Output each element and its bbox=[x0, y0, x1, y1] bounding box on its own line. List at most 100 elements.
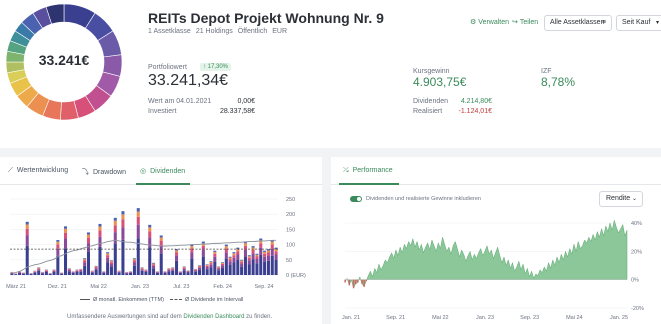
dividend-bar-segment bbox=[52, 270, 56, 271]
dividend-bar-segment bbox=[224, 244, 228, 247]
include-dividends-toggle[interactable] bbox=[350, 196, 362, 202]
dividend-bar-segment bbox=[217, 267, 221, 269]
tab-dividenden[interactable]: ◎ Dividenden bbox=[140, 167, 185, 175]
dividend-bar-segment bbox=[175, 255, 179, 261]
dividend-bar-segment bbox=[236, 254, 240, 260]
dividends-chart[interactable]: 250 200 150 100 50 0 (EUR) März 21 Dez. 21 Mai 2… bbox=[0, 195, 322, 295]
dividend-bar-segment bbox=[159, 235, 163, 238]
drawdown-icon: ⤵ bbox=[82, 169, 89, 176]
dividend-bar-segment bbox=[247, 260, 251, 265]
dividend-bar-segment bbox=[140, 269, 144, 271]
dividend-bar-segment bbox=[86, 243, 90, 252]
dividend-bar-segment bbox=[86, 237, 90, 244]
dividend-bar-segment bbox=[64, 232, 68, 239]
performance-area bbox=[344, 220, 628, 289]
dividend-bar-segment bbox=[274, 251, 278, 255]
y-tick-label: 150 bbox=[286, 227, 295, 233]
dividend-bar-segment bbox=[144, 270, 148, 271]
dividend-bar-segment bbox=[266, 260, 270, 275]
dividend-bar-segment bbox=[182, 268, 186, 271]
dividends-footnote: Umfassendere Auswertungen sind auf dem D… bbox=[67, 314, 272, 320]
dividend-bar-segment bbox=[144, 270, 148, 272]
x-tick-label: Jan. 23 bbox=[131, 284, 149, 290]
dividend-bar-segment bbox=[83, 260, 87, 263]
dividend-bar-segment bbox=[102, 272, 106, 273]
dividend-bar-segment bbox=[255, 259, 259, 264]
dividend-bar-segment bbox=[109, 261, 113, 263]
dividend-bar-segment bbox=[213, 251, 217, 254]
dividend-bar-segment bbox=[224, 252, 228, 259]
dividend-bar-segment bbox=[106, 253, 110, 256]
dividend-bar-segment bbox=[25, 224, 29, 229]
dividend-bar-segment bbox=[270, 244, 274, 249]
right-panel-tabs: ⤯ Performance bbox=[331, 157, 661, 185]
dividend-bar-segment bbox=[178, 272, 182, 275]
dividend-bar-segment bbox=[209, 262, 213, 264]
negative-return-mark bbox=[365, 279, 368, 282]
legend-interval-label: Ø Dividende im Intervall bbox=[185, 297, 244, 303]
dividend-bar-segment bbox=[270, 255, 274, 275]
dividend-bar-segment bbox=[205, 267, 209, 270]
dividend-bar-segment bbox=[255, 254, 259, 257]
dividend-bar-segment bbox=[109, 260, 113, 262]
dividend-bar-segment bbox=[98, 226, 102, 231]
dividend-bar-segment bbox=[178, 272, 182, 273]
metric-select[interactable]: Rendite ⌄ bbox=[599, 191, 643, 207]
tab-drawdown[interactable]: ⤵ Drawdown bbox=[82, 167, 126, 177]
dividend-bar-segment bbox=[228, 261, 232, 265]
footnote-post: zu finden. bbox=[246, 314, 273, 320]
dividend-bar-segment bbox=[113, 232, 117, 244]
dividend-bar-segment bbox=[171, 270, 175, 275]
dividend-bar-segment bbox=[148, 247, 152, 275]
dividend-bar-segment bbox=[37, 269, 41, 271]
tab-wertentwicklung[interactable]: ⟋ Wertentwicklung bbox=[8, 167, 68, 175]
dividend-bar-segment bbox=[213, 261, 217, 275]
wert-am-value: 0,00€ bbox=[237, 98, 255, 105]
y-tick-label: 40% bbox=[631, 221, 642, 227]
dividend-bar-segment bbox=[67, 269, 71, 270]
dividend-bar-segment bbox=[113, 220, 117, 226]
dividend-bar-segment bbox=[75, 270, 79, 271]
tab-drawdown-label: Drawdown bbox=[93, 169, 127, 176]
coins-icon: ◎ bbox=[140, 168, 147, 175]
dividend-bar-segment bbox=[44, 271, 48, 275]
tab-dividenden-label: Dividenden bbox=[150, 168, 186, 175]
dividend-bar-segment bbox=[263, 250, 267, 252]
tab-performance[interactable]: ⤯ Performance bbox=[343, 167, 393, 175]
dividend-bar-segment bbox=[56, 240, 60, 242]
dividend-bar-segment bbox=[94, 266, 98, 268]
dividend-bar-segment bbox=[190, 252, 194, 259]
performance-chart[interactable]: 40% 20% 0% -20% Jan. 21 Sep. 21 Mai 22 Jan. 23 S… bbox=[331, 212, 661, 322]
dividend-bar-segment bbox=[152, 264, 156, 266]
manage-button[interactable]: ⚙ Verwalten bbox=[470, 18, 509, 26]
dividend-dashboard-link[interactable]: Dividenden Dashboard bbox=[183, 314, 244, 320]
dividend-bar-segment bbox=[109, 262, 113, 265]
dividend-bar-segment bbox=[109, 266, 113, 275]
dividend-bar-segment bbox=[240, 259, 244, 261]
period-select[interactable]: Seit Kauf ▾ bbox=[616, 15, 661, 31]
dividend-bar-segment bbox=[186, 271, 190, 273]
share-button[interactable]: ↪ Teilen bbox=[512, 18, 538, 26]
dividend-bar-segment bbox=[121, 211, 125, 215]
dividend-bar-segment bbox=[132, 265, 136, 275]
x-tick-label: Jul. 23 bbox=[173, 284, 189, 290]
izf-value: 8,78% bbox=[541, 75, 576, 89]
dividend-bar-segment bbox=[198, 267, 202, 270]
dividend-bar-segment bbox=[94, 269, 98, 275]
assetclass-filter-button[interactable]: Alle Assetklassen ≡ bbox=[544, 15, 612, 31]
dividend-bar-segment bbox=[98, 230, 102, 237]
dividend-bar-segment bbox=[251, 253, 255, 260]
dividend-bar-segment bbox=[205, 265, 209, 268]
dividend-bar-segment bbox=[201, 249, 205, 257]
dividend-bar-segment bbox=[64, 238, 68, 249]
dividends-panel: ⟋ Wertentwicklung ⤵ Drawdown ◎ Dividenden 2… bbox=[0, 157, 322, 324]
dividend-bar-segment bbox=[259, 238, 263, 241]
dividend-bar-segment bbox=[171, 268, 175, 270]
negative-return-mark bbox=[352, 279, 355, 289]
dividend-bar-segment bbox=[67, 269, 71, 272]
dividend-bar-segment bbox=[64, 228, 68, 233]
dividend-bar-segment bbox=[67, 268, 71, 270]
dividend-bar-segment bbox=[41, 272, 45, 274]
dividend-bar-segment bbox=[48, 273, 52, 275]
izf-label: IZF bbox=[541, 68, 552, 75]
